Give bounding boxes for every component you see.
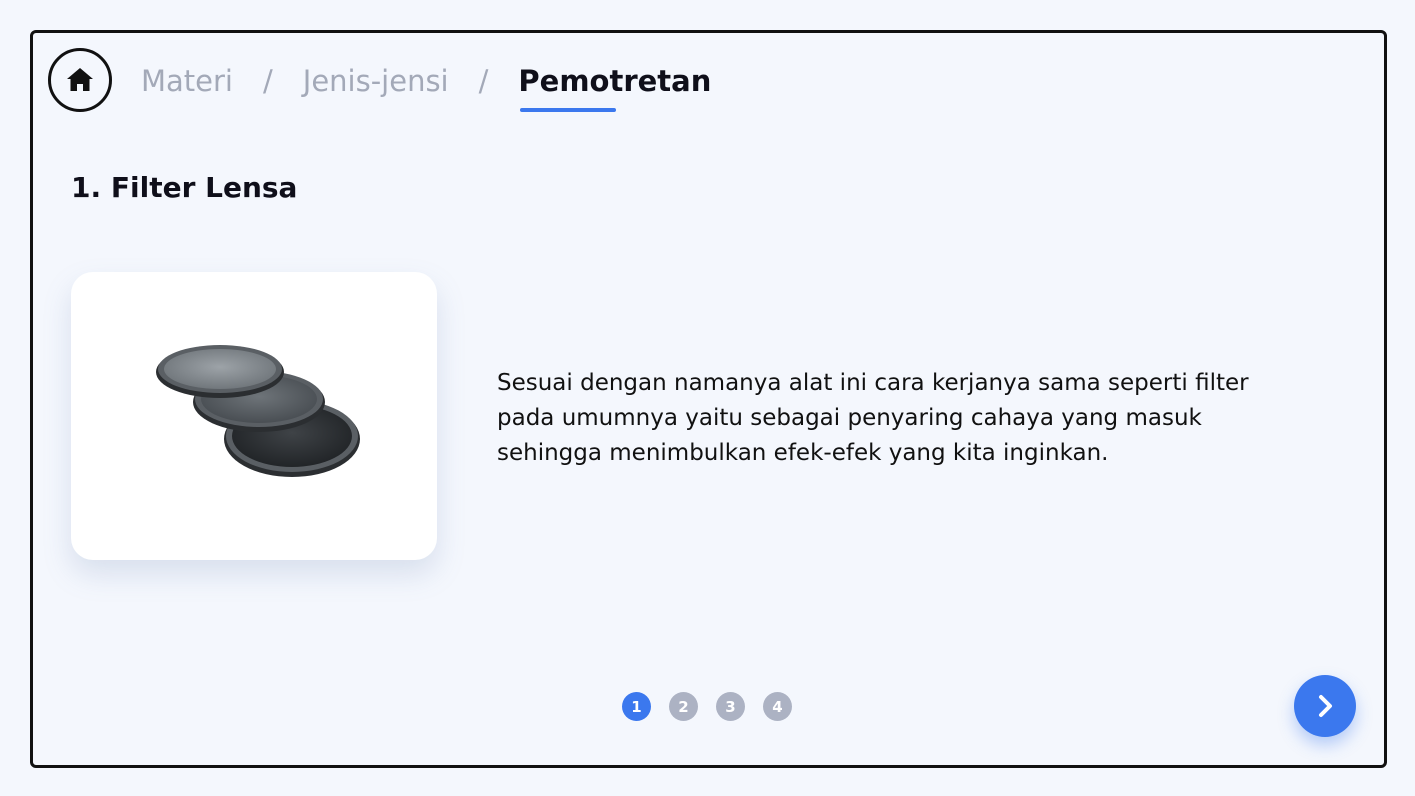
breadcrumb-item-jenis-jensi[interactable]: Jenis-jensi: [303, 61, 449, 101]
breadcrumb-current-label: Pemotretan: [518, 64, 712, 98]
image-card: [71, 272, 437, 560]
active-underline: [520, 108, 617, 112]
breadcrumb-separator: /: [478, 64, 489, 98]
lens-filters-image: [156, 345, 360, 477]
breadcrumb-item-materi[interactable]: Materi: [141, 61, 233, 101]
pagination: 1 2 3 4: [622, 692, 792, 721]
description-text: Sesuai dengan namanya alat ini cara kerj…: [497, 370, 1249, 466]
section-title: 1. Filter Lensa: [71, 171, 298, 204]
page-dot-2[interactable]: 2: [669, 692, 698, 721]
chevron-right-icon: [1319, 695, 1332, 717]
page-dot-3[interactable]: 3: [716, 692, 745, 721]
breadcrumb-current: Pemotretan: [518, 61, 712, 112]
page-dot-4[interactable]: 4: [763, 692, 792, 721]
home-button[interactable]: [48, 48, 112, 112]
next-button[interactable]: [1294, 675, 1356, 737]
content-frame: Materi / Jenis-jensi / Pemotretan 1. Fil…: [30, 30, 1387, 768]
home-icon: [67, 68, 93, 91]
breadcrumb-separator: /: [262, 64, 273, 98]
breadcrumb: Materi / Jenis-jensi / Pemotretan: [141, 61, 712, 112]
page-dot-1[interactable]: 1: [622, 692, 651, 721]
